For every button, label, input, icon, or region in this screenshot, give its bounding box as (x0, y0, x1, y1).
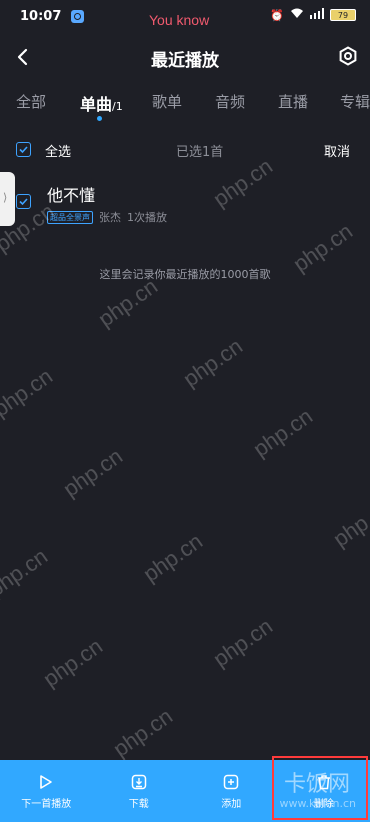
download-label: 下载 (128, 798, 149, 810)
song-play-count: 1次播放 (127, 211, 167, 224)
play-next-icon (40, 774, 53, 789)
overlay-text: You know (149, 12, 210, 28)
tab-bar: 全部 单曲/1 歌单 音频 直播 专辑 (0, 91, 370, 121)
add-to-playlist-icon (224, 774, 239, 789)
page-title: 最近播放 (151, 51, 219, 71)
select-all-checkbox[interactable] (16, 142, 31, 157)
tab-songs-count: /1 (112, 100, 123, 113)
wifi-icon (290, 8, 304, 22)
delete-button[interactable]: 删除 (278, 760, 370, 822)
tab-songs[interactable]: 单曲/1 (80, 91, 123, 115)
watermark: php.cn (93, 273, 162, 332)
battery-icon: 79 (330, 9, 356, 21)
app-notification-icon (71, 9, 85, 23)
tab-albums[interactable]: 专辑 (340, 91, 370, 112)
add-to-playlist-button[interactable]: 添加 (185, 760, 278, 822)
status-time: 10:07 (20, 8, 62, 24)
watermark: php.cn (0, 543, 52, 602)
check-icon (19, 198, 28, 206)
watermark: php.cn (38, 633, 107, 692)
quality-badge: 超品全景声 (47, 210, 93, 224)
bottom-action-bar: 下一首播放 下载 添加 删除 (0, 760, 370, 822)
list-item[interactable]: 他不懂 超品全景声 张杰 1次播放 (0, 178, 370, 228)
watermark: php.cn (108, 703, 177, 762)
tab-indicator (97, 116, 102, 121)
watermark: php.cn (178, 333, 247, 392)
song-title: 他不懂 (47, 186, 96, 205)
watermark: php.cn (208, 613, 277, 672)
watermark: php.cn (58, 443, 127, 502)
download-button[interactable]: 下载 (93, 760, 186, 822)
play-next-label: 下一首播放 (21, 798, 72, 810)
watermark: php.cn (0, 363, 57, 422)
tab-playlists[interactable]: 歌单 (152, 91, 182, 112)
check-icon (19, 146, 28, 154)
alarm-icon: ⏰ (270, 8, 284, 22)
tab-all[interactable]: 全部 (16, 91, 46, 112)
song-meta: 超品全景声 张杰 1次播放 (47, 209, 167, 225)
download-icon (131, 774, 146, 789)
delete-label: 删除 (313, 798, 334, 810)
watermark: php.cn (248, 403, 317, 462)
play-next-button[interactable]: 下一首播放 (0, 760, 93, 822)
select-all-label[interactable]: 全选 (45, 141, 71, 160)
header: 最近播放 (0, 40, 370, 74)
cancel-button[interactable]: 取消 (324, 141, 350, 160)
watermark: php.cn (138, 528, 207, 587)
tab-audio[interactable]: 音频 (215, 91, 245, 112)
tab-songs-label: 单曲 (80, 95, 113, 114)
select-bar: 全选 已选1首 取消 (0, 140, 370, 162)
status-icons: ⏰ 79 (270, 8, 356, 22)
tab-live[interactable]: 直播 (278, 91, 308, 112)
song-artist: 张杰 (99, 211, 121, 224)
history-hint: 这里会记录你最近播放的1000首歌 (99, 268, 271, 281)
delete-icon (317, 774, 330, 789)
selected-count: 已选1首 (176, 145, 224, 160)
status-bar: 10:07 You know ⏰ 79 (0, 0, 370, 32)
signal-icon (310, 8, 324, 22)
song-checkbox[interactable] (16, 194, 31, 209)
settings-icon[interactable] (338, 46, 358, 66)
add-label: 添加 (221, 798, 242, 810)
watermark: php.cn (328, 493, 370, 552)
